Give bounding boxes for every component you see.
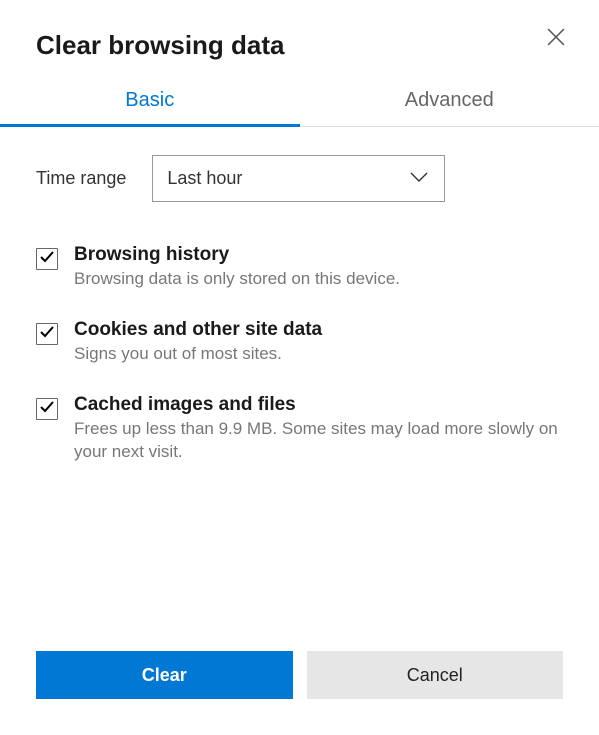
spacer	[36, 464, 563, 651]
dialog-header: Clear browsing data	[36, 30, 563, 61]
option-title: Cached images and files	[74, 394, 563, 416]
option-list: Browsing history Browsing data is only s…	[36, 244, 563, 464]
option-cookies: Cookies and other site data Signs you ou…	[36, 319, 563, 366]
time-range-select[interactable]: Last hour	[152, 155, 445, 202]
option-texts: Browsing history Browsing data is only s…	[74, 244, 563, 291]
clear-button[interactable]: Clear	[36, 651, 293, 699]
close-button[interactable]	[543, 24, 569, 50]
option-cache: Cached images and files Frees up less th…	[36, 394, 563, 464]
chevron-down-icon	[410, 170, 428, 188]
checkmark-icon	[40, 250, 54, 268]
checkmark-icon	[40, 325, 54, 343]
dialog-title: Clear browsing data	[36, 30, 285, 61]
tab-basic[interactable]: Basic	[0, 89, 300, 126]
time-range-row: Time range Last hour	[36, 155, 563, 202]
clear-browsing-data-dialog: Clear browsing data Basic Advanced Time …	[0, 0, 599, 735]
cancel-button[interactable]: Cancel	[307, 651, 564, 699]
time-range-value: Last hour	[167, 168, 242, 189]
option-texts: Cookies and other site data Signs you ou…	[74, 319, 563, 366]
close-icon	[547, 28, 565, 46]
option-browsing-history: Browsing history Browsing data is only s…	[36, 244, 563, 291]
option-desc: Frees up less than 9.9 MB. Some sites ma…	[74, 418, 563, 464]
time-range-label: Time range	[36, 168, 126, 189]
tab-bar: Basic Advanced	[0, 89, 599, 127]
dialog-footer: Clear Cancel	[36, 651, 563, 699]
checkmark-icon	[40, 400, 54, 418]
option-title: Cookies and other site data	[74, 319, 563, 341]
option-desc: Signs you out of most sites.	[74, 343, 563, 366]
checkbox-cache[interactable]	[36, 398, 58, 420]
option-texts: Cached images and files Frees up less th…	[74, 394, 563, 464]
checkbox-browsing-history[interactable]	[36, 248, 58, 270]
option-desc: Browsing data is only stored on this dev…	[74, 268, 563, 291]
option-title: Browsing history	[74, 244, 563, 266]
checkbox-cookies[interactable]	[36, 323, 58, 345]
tab-advanced[interactable]: Advanced	[300, 89, 599, 126]
